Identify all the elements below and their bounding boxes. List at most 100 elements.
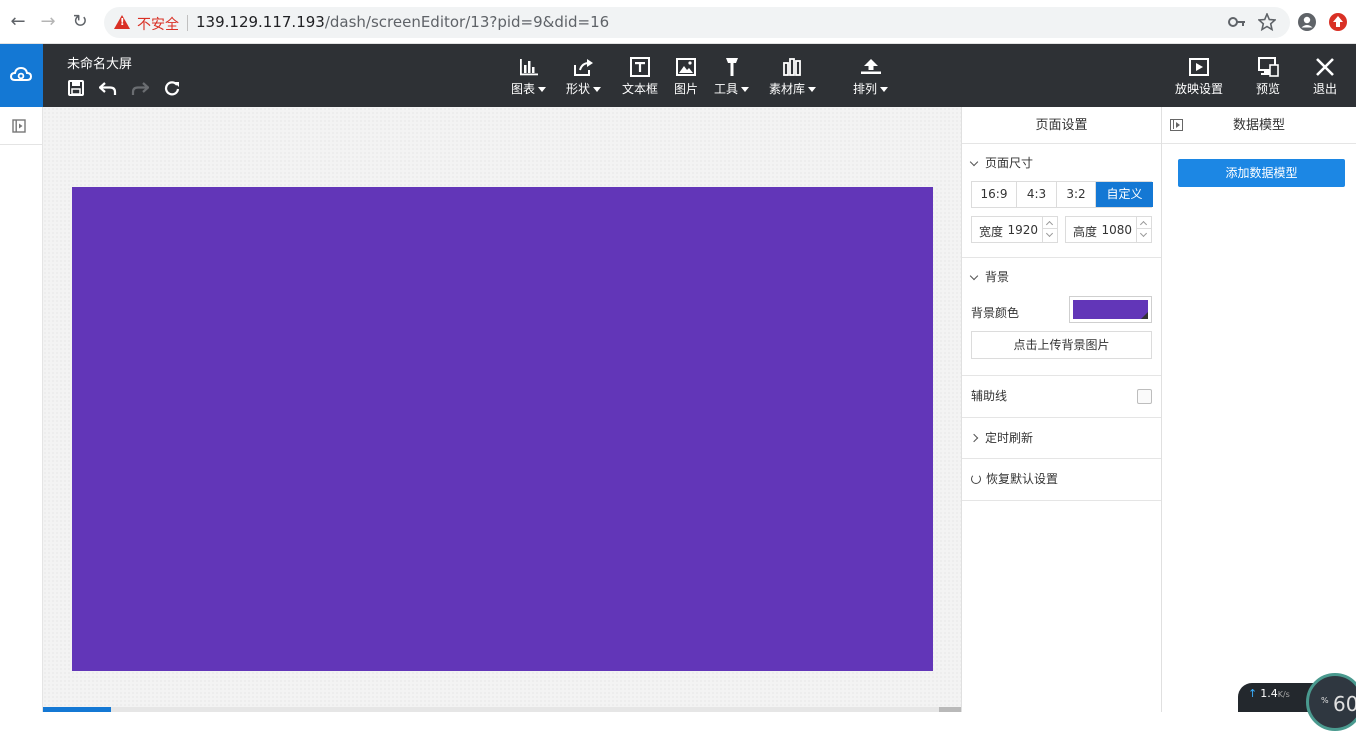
dropdown-caret-icon [593, 87, 602, 92]
action-label: 退出 [1313, 82, 1338, 96]
tool-label: 素材库 [769, 82, 806, 96]
refresh-icon[interactable] [163, 80, 181, 98]
background-color-row: 背景颜色 [971, 296, 1152, 326]
ratio-4-3[interactable]: 4:3 [1017, 182, 1057, 207]
key-icon[interactable] [1228, 14, 1246, 30]
chevron-down-icon [969, 271, 979, 281]
tool-label: 排列 [853, 82, 878, 96]
preview-icon [1258, 57, 1279, 77]
restore-defaults-button[interactable]: 恢复默认设置 [971, 459, 1152, 500]
arrange-icon [860, 59, 881, 74]
profile-icon[interactable] [1297, 12, 1317, 32]
usage-unit: % [1321, 696, 1329, 705]
exit-button[interactable]: 退出 [1313, 56, 1337, 97]
size-inputs: 宽度 1920 高度 1080 [971, 216, 1152, 257]
dropdown-caret-icon [880, 87, 889, 92]
add-data-model-button[interactable]: 添加数据模型 [1178, 159, 1345, 187]
restore-icon [971, 474, 981, 484]
left-rail [0, 107, 43, 712]
data-model-header: 数据模型 [1162, 107, 1356, 144]
section-title: 定时刷新 [985, 431, 1034, 445]
tool-shape[interactable]: 形状 [566, 56, 602, 97]
usage-percent: 60 [1333, 692, 1356, 716]
tool-tools[interactable]: 工具 [714, 56, 750, 97]
restore-label: 恢复默认设置 [986, 472, 1059, 486]
image-icon [676, 58, 696, 76]
show-settings-button[interactable]: 放映设置 [1175, 56, 1223, 97]
tool-chart[interactable]: 图表 [511, 56, 547, 97]
close-icon [1316, 58, 1334, 76]
shape-icon [573, 59, 593, 76]
undo-icon[interactable] [98, 80, 117, 98]
section-title: 页面尺寸 [985, 156, 1034, 170]
tool-label: 图片 [674, 82, 699, 96]
tool-image[interactable]: 图片 [674, 56, 698, 97]
background-color-picker[interactable] [1069, 296, 1152, 323]
app-logo[interactable] [0, 44, 43, 107]
background-header[interactable]: 背景 [969, 258, 1152, 296]
upload-background-button[interactable]: 点击上传背景图片 [971, 331, 1152, 359]
ratio-16-9[interactable]: 16:9 [972, 182, 1017, 207]
data-model-title: 数据模型 [1232, 118, 1285, 133]
tool-label: 形状 [566, 82, 591, 96]
action-label: 预览 [1256, 82, 1281, 96]
forward-icon[interactable]: → [38, 12, 58, 32]
ratio-custom[interactable]: 自定义 [1096, 182, 1153, 207]
action-label: 放映设置 [1175, 82, 1224, 96]
preview-button[interactable]: 预览 [1256, 56, 1280, 97]
increment-icon[interactable] [1137, 217, 1151, 229]
workspace [43, 107, 961, 712]
width-field[interactable]: 宽度 1920 [971, 216, 1058, 243]
decrement-icon[interactable] [1137, 229, 1151, 241]
update-icon[interactable] [1328, 12, 1348, 32]
dropdown-caret-icon [808, 87, 817, 92]
height-value[interactable]: 1080 [1101, 223, 1132, 237]
scrollbar-end[interactable] [939, 707, 961, 712]
network-monitor-widget[interactable]: ↑ 1.4K/s 60% [1238, 673, 1356, 731]
height-label: 高度 [1073, 225, 1098, 239]
panel-title: 页面设置 [962, 107, 1161, 144]
url-path: /dash/screenEditor/13?pid=9&did=16 [324, 13, 610, 31]
guides-row: 辅助线 [971, 376, 1152, 417]
background-color-label: 背景颜色 [971, 306, 1020, 320]
network-speed: ↑ 1.4K/s [1248, 687, 1290, 700]
height-field[interactable]: 高度 1080 [1065, 216, 1152, 243]
usage-gauge: 60% [1306, 673, 1356, 731]
width-stepper[interactable] [1042, 217, 1057, 242]
reload-icon[interactable]: ↻ [70, 12, 90, 32]
ratio-3-2[interactable]: 3:2 [1057, 182, 1096, 207]
divider [187, 15, 188, 31]
tool-library[interactable]: 素材库 [769, 56, 817, 97]
screen-canvas[interactable] [72, 187, 933, 671]
page-size-header[interactable]: 页面尺寸 [969, 144, 1152, 182]
insecure-label[interactable]: 不安全 [137, 14, 179, 34]
panel-expand-icon [12, 119, 26, 133]
ratio-group: 16:9 4:3 3:2 自定义 [971, 181, 1153, 208]
redo-icon[interactable] [131, 80, 150, 98]
chevron-right-icon [969, 433, 979, 443]
height-stepper[interactable] [1136, 217, 1151, 242]
timed-refresh-header[interactable]: 定时刷新 [969, 418, 1152, 458]
color-swatch-fill [1073, 300, 1148, 319]
address-bar[interactable]: 不安全 139.129.117.193/dash/screenEditor/13… [104, 7, 1290, 38]
url-host: 139.129.117.193 [196, 13, 325, 31]
section-title: 背景 [985, 270, 1010, 284]
back-icon[interactable]: ← [8, 12, 28, 32]
tool-textbox[interactable]: 文本框 [622, 56, 658, 97]
guides-checkbox[interactable] [1137, 389, 1152, 404]
width-value[interactable]: 1920 [1007, 223, 1038, 237]
save-icon[interactable] [67, 80, 85, 98]
tool-arrange[interactable]: 排列 [853, 56, 889, 97]
document-title[interactable]: 未命名大屏 [67, 53, 132, 72]
panel-collapse-icon[interactable] [1170, 119, 1183, 131]
increment-icon[interactable] [1043, 217, 1057, 229]
width-label: 宽度 [979, 225, 1004, 239]
decrement-icon[interactable] [1043, 229, 1057, 241]
expand-layers-button[interactable] [0, 107, 42, 145]
url-text[interactable]: 139.129.117.193/dash/screenEditor/13?pid… [196, 13, 609, 31]
cloud-logo-icon [10, 66, 32, 81]
horizontal-scrollbar[interactable] [43, 707, 961, 712]
star-icon[interactable] [1258, 13, 1276, 31]
bar-chart-icon [519, 59, 538, 76]
scrollbar-thumb[interactable] [43, 707, 111, 712]
